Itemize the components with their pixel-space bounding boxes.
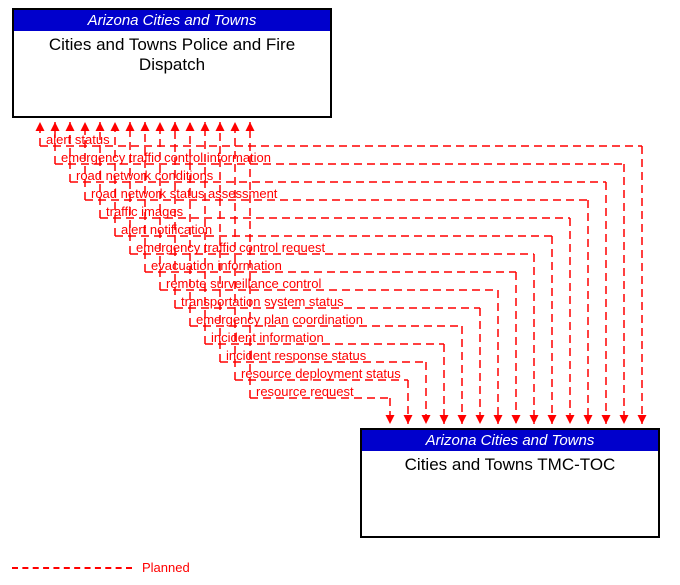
flow-label: alert status xyxy=(46,132,110,147)
flow-label: evacuation information xyxy=(151,258,282,273)
flow-label: traffic images xyxy=(106,204,183,219)
entity-bottom-body: Cities and Towns TMC-TOC xyxy=(362,451,658,479)
flow-label: resource request xyxy=(256,384,354,399)
flow-label: resource deployment status xyxy=(241,366,401,381)
flow-label: incident response status xyxy=(226,348,366,363)
flow-label: road network status assessment xyxy=(91,186,277,201)
flow-label: emergency traffic control request xyxy=(136,240,325,255)
entity-top-body: Cities and Towns Police and Fire Dispatc… xyxy=(14,31,330,80)
flow-label: incident information xyxy=(211,330,324,345)
legend: Planned xyxy=(12,560,190,575)
entity-bottom-header: Arizona Cities and Towns xyxy=(362,430,658,451)
entity-bottom[interactable]: Arizona Cities and Towns Cities and Town… xyxy=(360,428,660,538)
legend-line-planned xyxy=(12,567,132,569)
flow-label: emergency plan coordination xyxy=(196,312,363,327)
legend-text-planned: Planned xyxy=(142,560,190,575)
flow-label: transportation system status xyxy=(181,294,344,309)
flow-label: alert notification xyxy=(121,222,212,237)
entity-top-header: Arizona Cities and Towns xyxy=(14,10,330,31)
flow-label: road network conditions xyxy=(76,168,213,183)
flow-label: remote surveillance control xyxy=(166,276,321,291)
flow-label: emergency traffic control information xyxy=(61,150,271,165)
entity-top[interactable]: Arizona Cities and Towns Cities and Town… xyxy=(12,8,332,118)
